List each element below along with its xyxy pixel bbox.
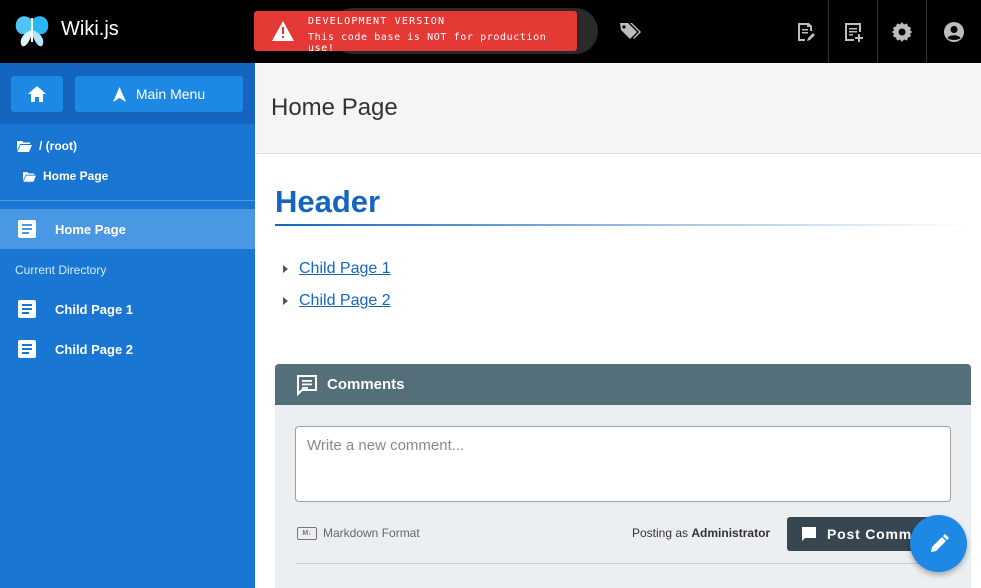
comment-input-box: [295, 426, 951, 502]
wikijs-logo[interactable]: [14, 14, 50, 48]
navigation-arrow-icon: [112, 86, 126, 102]
dev-banner: DEVELOPMENT VERSION This code base is NO…: [254, 11, 577, 54]
document-icon: [18, 300, 36, 318]
content-heading: Header: [275, 184, 381, 219]
document-icon: [18, 220, 36, 238]
warning-icon: [272, 21, 294, 41]
breadcrumb-home-label: Home Page: [43, 169, 109, 183]
child-page-1-link[interactable]: Child Page 1: [299, 260, 391, 278]
wikijs-logo-icon: [15, 16, 49, 47]
edit-page-button[interactable]: [910, 515, 967, 572]
sidebar-item-label: Child Page 2: [55, 341, 134, 357]
child-page-2-link[interactable]: Child Page 2: [299, 292, 391, 310]
sidebar: Main Menu / (root) Home Page Home Page C…: [0, 63, 255, 588]
heading-underline: [275, 224, 971, 226]
main-menu-label: Main Menu: [135, 86, 206, 102]
sidebar-divider: [0, 200, 255, 201]
comment-icon: [297, 375, 317, 396]
sidebar-item-label: Child Page 1: [55, 301, 134, 317]
markdown-icon: M↓: [297, 526, 317, 540]
posting-as-prefix: Posting as: [632, 526, 689, 540]
sidebar-item-home-page[interactable]: Home Page: [0, 209, 255, 249]
markdown-format-label: Markdown Format: [323, 526, 420, 540]
admin-gear-icon: [891, 21, 913, 42]
document-icon: [18, 340, 36, 358]
page-actions-icon: [797, 22, 815, 41]
dev-banner-message: This code base is NOT for production use…: [308, 32, 547, 54]
caret-right-icon: [283, 265, 288, 273]
new-page-icon: [845, 22, 863, 42]
comments-divider: [295, 563, 951, 564]
breadcrumb-root[interactable]: / (root): [17, 139, 77, 153]
caret-right-icon: [283, 297, 288, 305]
page-title: Home Page: [271, 94, 398, 121]
posting-as-user: Administrator: [691, 526, 771, 540]
page-header-bar: Home Page: [255, 63, 981, 154]
sidebar-item-child-page-1[interactable]: Child Page 1: [0, 289, 255, 329]
top-bar: Wiki.js DEVELOPMENT VERSION This code ba…: [0, 0, 981, 63]
admin-button[interactable]: [877, 0, 926, 63]
comments-header: Comments: [275, 364, 971, 405]
child-link-item: Child Page 1: [283, 260, 391, 278]
app-title[interactable]: Wiki.js: [61, 18, 119, 41]
account-button[interactable]: [926, 0, 981, 63]
home-button[interactable]: [11, 76, 63, 112]
comments-section: Comments M↓ Markdown Format Posting as A…: [275, 364, 971, 588]
comment-input[interactable]: [296, 427, 950, 501]
breadcrumb-root-label: / (root): [39, 139, 77, 153]
breadcrumb-home-page[interactable]: Home Page: [23, 169, 108, 183]
sidebar-item-label: Home Page: [55, 221, 126, 237]
comment-filled-icon: [802, 527, 816, 541]
new-page-button[interactable]: [828, 0, 877, 63]
main-menu-button[interactable]: Main Menu: [75, 76, 243, 112]
posting-as: Posting as Administrator: [632, 526, 770, 540]
markdown-format-indicator: M↓ Markdown Format: [297, 526, 420, 540]
dev-banner-title: DEVELOPMENT VERSION: [308, 16, 446, 27]
child-link-item: Child Page 2: [283, 292, 391, 310]
account-icon: [944, 21, 964, 42]
sidebar-header: Main Menu: [0, 63, 255, 124]
sidebar-subheader: Current Directory: [15, 263, 107, 277]
tag-icon[interactable]: [617, 19, 641, 43]
sidebar-item-child-page-2[interactable]: Child Page 2: [0, 329, 255, 369]
home-icon: [28, 86, 46, 102]
pencil-icon: [930, 533, 949, 552]
page-actions-button[interactable]: [780, 0, 829, 63]
folder-open-icon: [17, 141, 32, 152]
comments-title: Comments: [327, 376, 405, 393]
folder-open-icon: [23, 171, 36, 182]
